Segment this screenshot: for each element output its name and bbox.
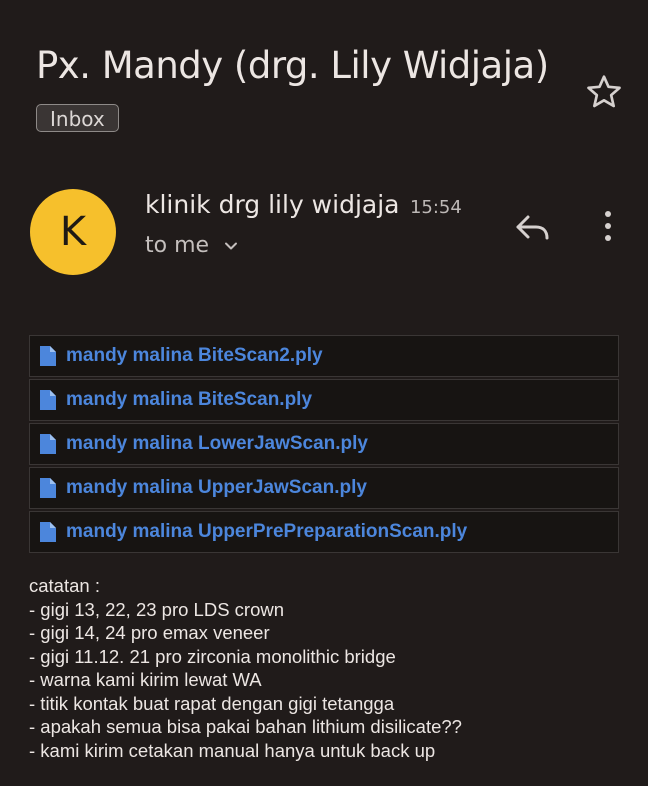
attachment-name: mandy malina BiteScan2.ply (66, 345, 323, 366)
attachment-name: mandy malina LowerJawScan.ply (66, 433, 368, 454)
file-icon (40, 390, 56, 410)
body-line: - gigi 14, 24 pro emax veneer (29, 622, 270, 643)
body-line: - titik kontak buat rapat dengan gigi te… (29, 692, 395, 714)
sent-time: 15:54 (409, 197, 462, 218)
body-line: catatan : (29, 575, 100, 596)
star-icon[interactable] (584, 72, 624, 112)
attachment-list: mandy malina BiteScan2.ply mandy malina … (29, 335, 619, 555)
file-icon (40, 478, 56, 498)
email-body: catatan : - gigi 13, 22, 23 pro LDS crow… (29, 574, 462, 762)
attachment-item[interactable]: mandy malina UpperJawScan.ply (29, 467, 619, 509)
file-icon (40, 434, 56, 454)
attachment-item[interactable]: mandy malina LowerJawScan.ply (29, 423, 619, 465)
body-line: - apakah semua bisa pakai bahan lithium … (29, 716, 462, 737)
recipient-toggle[interactable]: to me (145, 233, 239, 258)
sender-avatar[interactable]: K (30, 189, 116, 275)
inbox-label-chip[interactable]: Inbox (36, 104, 119, 132)
more-vert-icon[interactable] (594, 208, 622, 244)
chevron-down-icon (225, 242, 238, 249)
body-line: - warna kami kirim lewat WA (29, 669, 262, 690)
file-icon (40, 522, 56, 542)
sender-name[interactable]: klinik drg lily widjaja (145, 190, 399, 219)
body-line: - gigi 13, 22, 23 pro LDS crown (29, 598, 285, 620)
attachment-item[interactable]: mandy malina BiteScan2.ply (29, 335, 619, 377)
attachment-item[interactable]: mandy malina UpperPrePreparationScan.ply (29, 511, 619, 553)
sender-line: klinik drg lily widjaja 15:54 (145, 190, 462, 219)
reply-icon[interactable] (512, 208, 552, 248)
body-line: - gigi 11.12. 21 pro zirconia monolithic… (29, 645, 396, 667)
recipient-label: to me (145, 233, 210, 258)
attachment-item[interactable]: mandy malina BiteScan.ply (29, 379, 619, 421)
email-subject: Px. Mandy (drg. Lily Widjaja) (36, 44, 549, 87)
body-line: - kami kirim cetakan manual hanya untuk … (29, 739, 436, 761)
file-icon (40, 346, 56, 366)
attachment-name: mandy malina BiteScan.ply (66, 389, 313, 410)
attachment-name: mandy malina UpperPrePreparationScan.ply (66, 521, 468, 542)
attachment-name: mandy malina UpperJawScan.ply (66, 477, 367, 498)
